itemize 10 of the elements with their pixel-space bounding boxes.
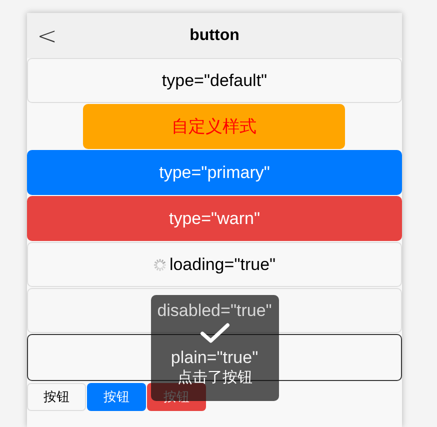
default-button[interactable]: type="default" xyxy=(27,58,402,103)
small-button[interactable]: 按钮 xyxy=(27,383,86,411)
back-button[interactable]: < xyxy=(37,24,58,48)
loading-button[interactable]: loading="true" xyxy=(27,242,402,287)
spinner-icon xyxy=(153,258,168,272)
toast-message: 点击了按钮 xyxy=(178,368,252,388)
primary-button[interactable]: type="primary" xyxy=(27,150,402,195)
warn-button[interactable]: type="warn" xyxy=(27,196,402,241)
page-title: button xyxy=(190,26,240,46)
small-button[interactable]: 按钮 xyxy=(87,383,146,411)
